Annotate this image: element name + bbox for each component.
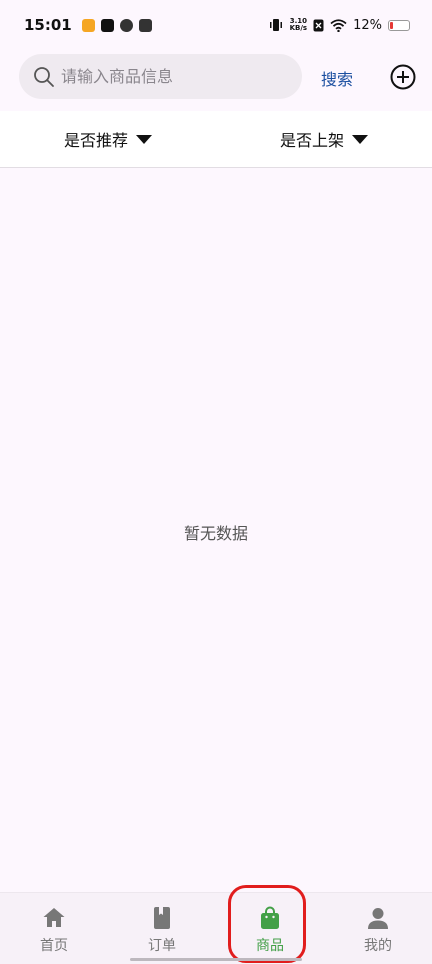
nav-label: 我的 (364, 938, 392, 954)
caret-down-icon (352, 134, 368, 144)
person-icon (368, 908, 388, 929)
nav-item-home[interactable]: 首页 (0, 893, 108, 964)
filter-bar: 是否推荐 是否上架 (0, 111, 432, 168)
status-right: 3.10 KB/s 12% (268, 18, 410, 33)
search-button[interactable]: 搜索 (321, 66, 353, 90)
mail-icon (138, 18, 152, 32)
wifi-icon (330, 18, 347, 32)
nav-item-orders[interactable]: 订单 (108, 893, 216, 964)
bottom-nav: 首页 订单 商品 我的 (0, 892, 432, 964)
status-bar: 15:01 3.10 KB/s 12% (0, 0, 432, 50)
nav-item-products[interactable]: 商品 (216, 893, 324, 964)
search-icon (34, 66, 54, 87)
search-box[interactable] (19, 54, 302, 99)
battery-icon (388, 19, 410, 31)
battery-level (390, 21, 393, 29)
status-left: 15:01 (24, 16, 152, 34)
shopping-bag-icon (261, 906, 279, 929)
battery-percent: 12% (353, 17, 382, 33)
vibrate-icon (269, 19, 282, 31)
filter-label: 是否上架 (279, 131, 344, 150)
home-icon (43, 908, 65, 927)
search-row: 搜索 (0, 54, 432, 100)
filter-listed-dropdown[interactable]: 是否上架 (216, 111, 432, 167)
empty-state-text: 暂无数据 (183, 524, 248, 543)
filter-recommended-dropdown[interactable]: 是否推荐 (0, 111, 216, 167)
net-speed-unit: KB/s (289, 24, 308, 32)
status-time: 15:01 (24, 16, 72, 34)
book-icon (154, 907, 170, 929)
net-speed: 3.10 KB/s (290, 18, 307, 32)
tiktok-icon (100, 18, 114, 32)
weibo-icon (81, 18, 95, 32)
nav-label: 订单 (148, 938, 176, 954)
search-input[interactable] (61, 67, 281, 86)
nav-label: 首页 (40, 938, 68, 954)
nav-label: 商品 (256, 938, 284, 954)
add-circle-icon (390, 64, 416, 90)
add-product-button[interactable] (389, 63, 417, 91)
caret-down-icon (136, 134, 152, 144)
link-app-icon (119, 18, 133, 32)
home-indicator (130, 958, 302, 961)
sim-off-icon (313, 19, 324, 31)
filter-label: 是否推荐 (63, 131, 128, 150)
nav-item-profile[interactable]: 我的 (324, 893, 432, 964)
